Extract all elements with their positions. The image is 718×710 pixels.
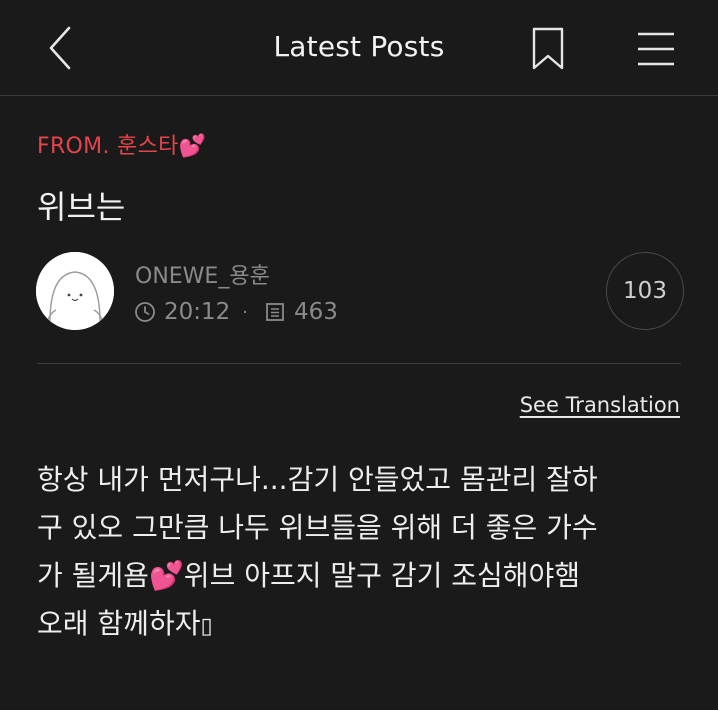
post-title: 위브는: [37, 188, 126, 226]
heart-emoji: 💕: [178, 134, 207, 159]
post-meta: 20:12 · 463: [134, 298, 338, 326]
unsupported-glyph: ▯: [200, 614, 213, 639]
menu-button[interactable]: [634, 30, 678, 68]
page-title: Latest Posts: [273, 30, 445, 63]
body-line: 가 될게욤💕위브 아프지 말구 감기 조심해야햄: [37, 559, 581, 592]
clock-icon: [135, 302, 155, 322]
top-bar: Latest Posts: [0, 0, 718, 96]
author-name[interactable]: ONEWE_용훈: [135, 258, 270, 290]
avatar[interactable]: [36, 252, 114, 330]
reply-count-button[interactable]: 103: [606, 252, 684, 330]
reply-count: 103: [623, 278, 667, 304]
body-line: 항상 내가 먼저구나...감기 안들었고 몸관리 잘하: [37, 463, 598, 496]
divider: [37, 363, 681, 364]
hamburger-menu-icon: [638, 32, 674, 66]
post-body: 항상 내가 먼저구나...감기 안들었고 몸관리 잘하 구 있오 그만큼 나두 …: [37, 456, 687, 651]
view-count: 463: [294, 299, 338, 325]
body-line: 구 있오 그만큼 나두 위브들을 위해 더 좋은 가수: [37, 511, 598, 544]
document-icon: [266, 303, 284, 321]
meta-separator: ·: [242, 301, 249, 323]
app-root: Latest Posts FROM. 훈스타💕 위브는 ONEWE_용훈 20:…: [0, 0, 718, 710]
from-label: FROM. 훈스타💕: [37, 128, 206, 160]
bookmark-button[interactable]: [528, 26, 568, 72]
post-time: 20:12: [164, 299, 231, 325]
avatar-illustration: [36, 252, 114, 330]
body-line-last: 오래 함께하자▯: [37, 600, 687, 651]
see-translation-link[interactable]: See Translation: [520, 393, 680, 417]
bookmark-icon: [532, 27, 564, 70]
body-line-text: 오래 함께하자: [37, 607, 201, 640]
from-text: FROM. 훈스타: [37, 134, 179, 159]
